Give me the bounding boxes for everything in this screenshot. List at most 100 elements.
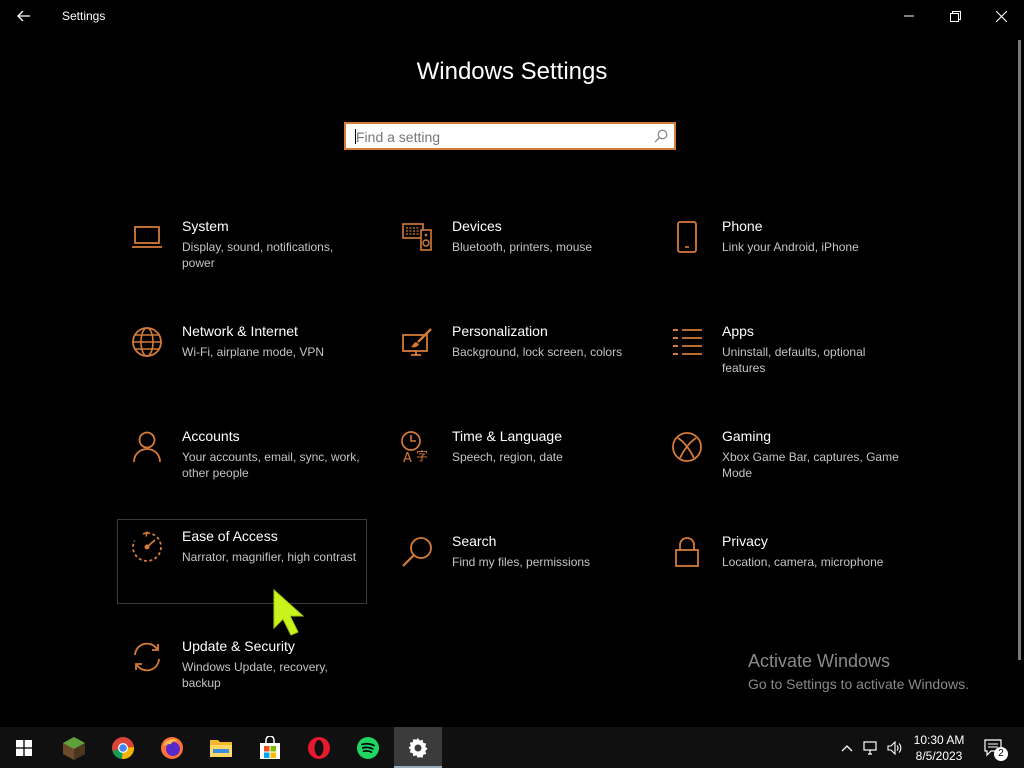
taskbar: 10:30 AM 8/5/2023 2	[0, 727, 1024, 768]
activate-windows-watermark: Activate Windows Go to Settings to activ…	[748, 651, 969, 692]
spotify-icon	[357, 736, 379, 759]
tile-title: Network & Internet	[182, 323, 298, 339]
notification-count-badge: 2	[994, 747, 1008, 761]
close-button[interactable]	[978, 0, 1024, 32]
settings-gear-icon	[408, 737, 428, 758]
search-input[interactable]	[354, 127, 648, 147]
tile-description: Bluetooth, printers, mouse	[452, 240, 593, 254]
ease-of-access-icon	[130, 530, 164, 564]
svg-text:字: 字	[416, 448, 428, 463]
tile-time-language[interactable]: A字 Time & Language Speech, region, date	[388, 420, 638, 506]
tile-title: Privacy	[722, 533, 768, 549]
tile-accounts[interactable]: Accounts Your accounts, email, sync, wor…	[118, 420, 368, 506]
close-icon	[995, 10, 1007, 22]
taskbar-firefox[interactable]	[148, 727, 196, 768]
clock-date: 8/5/2023	[915, 749, 963, 763]
apps-list-icon	[670, 325, 704, 359]
scrollbar[interactable]	[1018, 40, 1021, 660]
window-title: Settings	[62, 9, 106, 23]
lock-icon	[670, 535, 704, 569]
volume-tray-button[interactable]	[884, 727, 906, 768]
taskbar-spotify[interactable]	[344, 727, 392, 768]
tile-privacy[interactable]: Privacy Location, camera, microphone	[658, 525, 908, 611]
microsoft-store-icon	[260, 735, 280, 759]
tile-description: Xbox Game Bar, captures, Game Mode	[722, 450, 899, 480]
tile-personalization[interactable]: Personalization Background, lock screen,…	[388, 315, 638, 401]
tile-title: System	[182, 218, 229, 234]
tile-title: Ease of Access	[182, 528, 278, 544]
tile-title: Personalization	[452, 323, 548, 339]
windows-start-icon	[16, 739, 32, 756]
tile-title: Time & Language	[452, 428, 562, 444]
time-language-icon: A字	[400, 430, 434, 464]
firefox-icon	[161, 736, 183, 759]
magnifier-icon	[400, 535, 434, 569]
taskbar-microsoft-store[interactable]	[246, 727, 294, 768]
back-arrow-icon	[17, 10, 30, 22]
restore-button[interactable]	[932, 0, 978, 32]
taskbar-chrome[interactable]	[99, 727, 147, 768]
paintbrush-icon	[400, 325, 434, 359]
search-icon[interactable]	[654, 129, 668, 148]
minimize-button[interactable]	[886, 0, 932, 32]
start-button[interactable]	[0, 727, 48, 768]
tile-description: Windows Update, recovery, backup	[182, 660, 328, 690]
tile-title: Gaming	[722, 428, 772, 444]
text-caret	[355, 129, 356, 144]
taskbar-settings[interactable]	[394, 727, 442, 768]
watermark-subtitle: Go to Settings to activate Windows.	[748, 676, 969, 692]
laptop-icon	[130, 220, 164, 254]
tile-update-security[interactable]: Update & Security Windows Update, recove…	[118, 630, 368, 716]
watermark-title: Activate Windows	[748, 651, 891, 671]
tile-network[interactable]: Network & Internet Wi-Fi, airplane mode,…	[118, 315, 368, 401]
tile-phone[interactable]: Phone Link your Android, iPhone	[658, 210, 908, 296]
tile-description: Wi-Fi, airplane mode, VPN	[182, 345, 325, 359]
restore-icon	[949, 10, 961, 22]
opera-icon	[308, 736, 330, 759]
tile-description: Speech, region, date	[452, 450, 563, 464]
mouse-cursor-icon	[268, 588, 306, 643]
phone-icon	[670, 220, 704, 254]
file-explorer-icon	[210, 739, 232, 757]
person-icon	[130, 430, 164, 464]
tile-title: Search	[452, 533, 497, 549]
action-center-button[interactable]: 2	[980, 727, 1008, 768]
taskbar-clock[interactable]: 10:30 AM 8/5/2023	[908, 732, 970, 764]
tile-ease-of-access[interactable]: Ease of Access Narrator, magnifier, high…	[117, 519, 367, 604]
tile-title: Phone	[722, 218, 763, 234]
tile-devices[interactable]: Devices Bluetooth, printers, mouse	[388, 210, 638, 296]
minimize-icon	[904, 15, 914, 17]
tile-gaming[interactable]: Gaming Xbox Game Bar, captures, Game Mod…	[658, 420, 908, 506]
chrome-icon	[112, 736, 135, 759]
tile-apps[interactable]: Apps Uninstall, defaults, optional featu…	[658, 315, 908, 401]
sync-icon	[130, 640, 164, 674]
tile-description: Display, sound, notifications, power	[182, 240, 334, 270]
title-bar: Settings	[0, 0, 1024, 32]
network-tray-button[interactable]	[860, 727, 882, 768]
back-button[interactable]	[8, 2, 40, 30]
volume-icon	[887, 740, 902, 755]
tile-description: Your accounts, email, sync, work, other …	[182, 450, 360, 480]
taskbar-minecraft[interactable]	[50, 727, 98, 768]
xbox-icon	[670, 430, 704, 464]
taskbar-file-explorer[interactable]	[197, 727, 245, 768]
tile-title: Apps	[722, 323, 754, 339]
minecraft-icon	[63, 736, 85, 760]
taskbar-opera[interactable]	[295, 727, 343, 768]
page-title: Windows Settings	[416, 58, 608, 85]
show-hidden-icons-button[interactable]	[836, 727, 858, 768]
tile-search[interactable]: Search Find my files, permissions	[388, 525, 638, 611]
tile-description: Link your Android, iPhone	[722, 240, 859, 254]
search-box[interactable]	[344, 122, 676, 150]
clock-time: 10:30 AM	[913, 733, 965, 747]
svg-text:A: A	[403, 451, 412, 464]
tile-title: Devices	[452, 218, 502, 234]
devices-icon	[400, 220, 434, 254]
tile-description: Find my files, permissions	[452, 555, 591, 569]
tile-description: Narrator, magnifier, high contrast	[182, 550, 357, 564]
tile-system[interactable]: System Display, sound, notifications, po…	[118, 210, 368, 296]
tile-title: Accounts	[182, 428, 240, 444]
globe-icon	[130, 325, 164, 359]
tile-description: Location, camera, microphone	[722, 555, 884, 569]
tile-description: Background, lock screen, colors	[452, 345, 623, 359]
